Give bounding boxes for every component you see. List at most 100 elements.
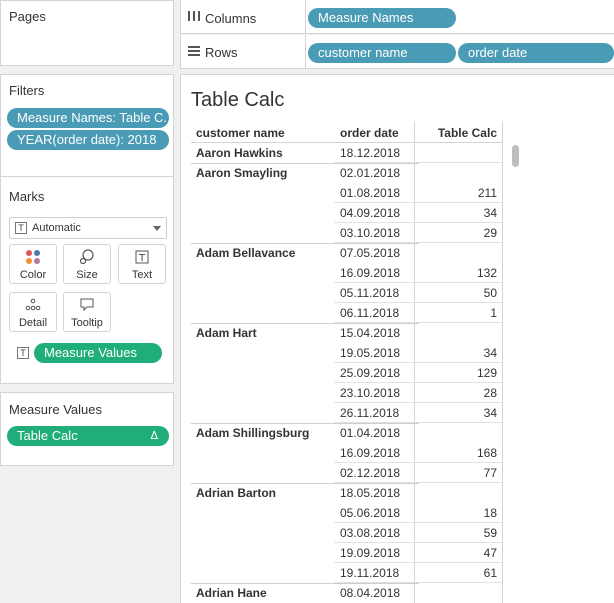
customer-name-cell[interactable]: Aaron Hawkins xyxy=(196,146,283,160)
order-date-cell[interactable]: 05.06.2018 xyxy=(340,506,400,520)
pages-card[interactable]: Pages xyxy=(0,0,174,66)
table-calc-value-cell[interactable]: 18 xyxy=(484,506,497,520)
order-date-cell[interactable]: 05.11.2018 xyxy=(340,286,399,300)
group-separator xyxy=(191,243,419,244)
columns-pill-measure-names[interactable]: Measure Names xyxy=(308,8,456,28)
measure-values-title: Measure Values xyxy=(9,402,102,417)
rows-pill-order-date[interactable]: order date xyxy=(458,43,614,63)
table-calc-value-cell[interactable]: 59 xyxy=(484,526,497,540)
table-calc-value-cell[interactable]: 61 xyxy=(484,566,497,580)
rows-shelf: Rows customer name order date xyxy=(180,35,614,69)
columns-label: Columns xyxy=(205,11,257,26)
mark-type-dropdown[interactable]: T Automatic xyxy=(9,217,167,239)
text-icon: T xyxy=(119,249,165,269)
row-separator xyxy=(334,302,502,303)
measure-values-text-pill[interactable]: Measure Values xyxy=(34,343,162,363)
table-calc-value-cell[interactable]: 29 xyxy=(484,226,497,240)
rows-icon xyxy=(187,45,201,60)
chevron-down-icon xyxy=(153,226,161,231)
marks-card: Marks T Automatic Color Size T Text Deta… xyxy=(0,176,174,384)
rows-pill-customer-name[interactable]: customer name xyxy=(308,43,456,63)
order-date-cell[interactable]: 15.04.2018 xyxy=(340,326,400,340)
order-date-cell[interactable]: 18.12.2018 xyxy=(340,146,400,160)
table-calc-pill-label: Table Calc xyxy=(17,428,78,443)
size-icon xyxy=(64,249,110,269)
table-calc-value-cell[interactable]: 77 xyxy=(484,466,497,480)
table-calc-value-cell[interactable]: 34 xyxy=(484,346,497,360)
order-date-cell[interactable]: 19.09.2018 xyxy=(340,546,400,560)
columns-shelf: Columns Measure Names xyxy=(180,0,614,34)
order-date-cell[interactable]: 03.10.2018 xyxy=(340,226,400,240)
order-date-cell[interactable]: 02.01.2018 xyxy=(340,166,400,180)
customer-name-cell[interactable]: Adam Bellavance xyxy=(196,246,295,260)
size-button[interactable]: Size xyxy=(63,244,111,284)
rows-label: Rows xyxy=(205,45,238,60)
order-date-cell[interactable]: 04.09.2018 xyxy=(340,206,400,220)
filter-pill-year[interactable]: YEAR(order date): 2018 xyxy=(7,130,169,150)
vertical-scrollbar-thumb[interactable] xyxy=(512,145,519,167)
table-calc-value-cell[interactable]: 129 xyxy=(477,366,497,380)
order-date-cell[interactable]: 26.11.2018 xyxy=(340,406,399,420)
header-table-calc[interactable]: Table Calc xyxy=(438,126,497,140)
columns-divider xyxy=(305,0,306,34)
value-column-divider xyxy=(502,121,503,603)
color-dots-icon xyxy=(10,249,56,269)
marks-title: Marks xyxy=(9,189,45,204)
detail-button[interactable]: Detail xyxy=(9,292,57,332)
order-date-cell[interactable]: 02.12.2018 xyxy=(340,466,400,480)
text-mark-icon: T xyxy=(15,222,27,234)
group-separator xyxy=(191,163,419,164)
order-date-cell[interactable]: 03.08.2018 xyxy=(340,526,400,540)
tooltip-label: Tooltip xyxy=(71,317,103,329)
customer-name-cell[interactable]: Adrian Barton xyxy=(196,486,276,500)
header-underline xyxy=(191,142,502,143)
color-button[interactable]: Color xyxy=(9,244,57,284)
row-separator xyxy=(334,522,502,523)
view-area[interactable]: Table Calc customer name order date Tabl… xyxy=(180,74,614,603)
order-date-cell[interactable]: 01.08.2018 xyxy=(340,186,400,200)
order-date-cell[interactable]: 19.11.2018 xyxy=(340,566,399,580)
color-label: Color xyxy=(19,269,47,281)
table-calc-value-cell[interactable]: 28 xyxy=(484,386,497,400)
order-date-cell[interactable]: 08.04.2018 xyxy=(340,586,400,600)
order-date-cell[interactable]: 18.05.2018 xyxy=(340,486,400,500)
table-calc-value-cell[interactable]: 211 xyxy=(478,186,497,200)
order-date-cell[interactable]: 23.10.2018 xyxy=(340,386,400,400)
header-customer-name[interactable]: customer name xyxy=(196,126,285,140)
row-separator xyxy=(334,362,502,363)
customer-name-cell[interactable]: Aaron Smayling xyxy=(196,166,287,180)
table-calc-pill[interactable]: Table Calc Δ xyxy=(7,426,169,446)
table-calc-value-cell[interactable]: 132 xyxy=(477,266,497,280)
text-button[interactable]: T Text xyxy=(118,244,166,284)
tableau-worksheet: Pages Filters Measure Names: Table C.. Y… xyxy=(0,0,614,603)
row-separator xyxy=(334,542,502,543)
table-calc-value-cell[interactable]: 168 xyxy=(477,446,497,460)
order-date-cell[interactable]: 16.09.2018 xyxy=(340,266,400,280)
customer-name-cell[interactable]: Adam Hart xyxy=(196,326,257,340)
tooltip-button[interactable]: Tooltip xyxy=(63,292,111,332)
header-order-date[interactable]: order date xyxy=(340,126,399,140)
worksheet-title: Table Calc xyxy=(191,89,285,111)
table-calc-value-cell[interactable]: 1 xyxy=(490,306,497,320)
table-calc-value-cell[interactable]: 47 xyxy=(484,546,497,560)
order-date-cell[interactable]: 25.09.2018 xyxy=(340,366,400,380)
order-date-cell[interactable]: 01.04.2018 xyxy=(340,426,400,440)
table-calc-value-cell[interactable]: 34 xyxy=(484,206,497,220)
size-label: Size xyxy=(76,269,98,281)
table-calc-value-cell[interactable]: 34 xyxy=(484,406,497,420)
order-date-cell[interactable]: 19.05.2018 xyxy=(340,346,400,360)
row-separator xyxy=(334,202,502,203)
customer-name-cell[interactable]: Adam Shillingsburg xyxy=(196,426,309,440)
filter-pill-measure-names[interactable]: Measure Names: Table C.. xyxy=(7,108,169,128)
detail-label: Detail xyxy=(18,317,48,329)
group-separator xyxy=(191,323,419,324)
group-separator xyxy=(191,423,419,424)
order-date-cell[interactable]: 07.05.2018 xyxy=(340,246,400,260)
order-date-cell[interactable]: 06.11.2018 xyxy=(340,306,399,320)
row-separator xyxy=(334,402,502,403)
row-separator xyxy=(334,222,502,223)
rows-divider xyxy=(305,35,306,69)
order-date-cell[interactable]: 16.09.2018 xyxy=(340,446,400,460)
customer-name-cell[interactable]: Adrian Hane xyxy=(196,586,267,600)
table-calc-value-cell[interactable]: 50 xyxy=(484,286,497,300)
